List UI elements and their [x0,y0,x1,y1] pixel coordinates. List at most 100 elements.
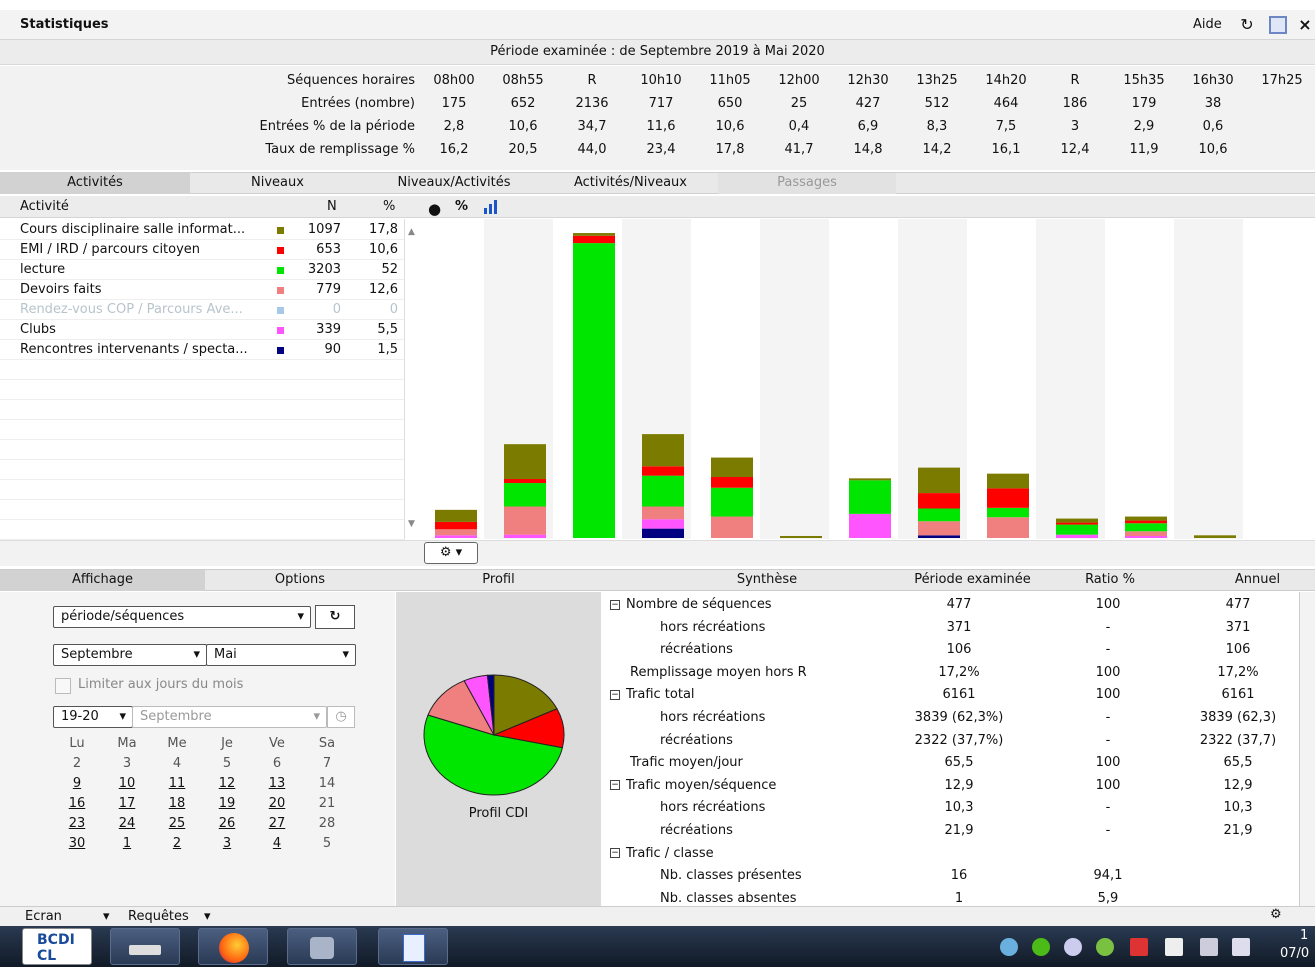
tab-activites[interactable]: Activités [0,173,190,194]
synthesis-row[interactable]: Nb. classes présentes 16 94,1 [602,865,1315,888]
calendar-day[interactable]: 30 [52,834,102,854]
month-from-select[interactable]: Septembre ▾ [53,644,207,666]
display-icon[interactable] [1200,938,1218,956]
calendar-day[interactable]: 12 [202,774,252,794]
chart-bar-segment[interactable] [504,444,546,480]
tab-niveaux-activites[interactable]: Niveaux/Activités [365,173,543,194]
activity-row[interactable]: Clubs 339 5,5 [0,320,405,340]
tray-wifi-icon[interactable] [1064,938,1082,956]
pct-column-header[interactable]: % [383,196,395,218]
n-column-header[interactable]: N [327,196,337,218]
chart-bar-segment[interactable] [1194,535,1236,538]
chart-bar-segment[interactable] [1125,535,1167,538]
chart-bar-segment[interactable] [573,235,615,244]
taskbar-drive[interactable] [110,928,180,965]
scroll-down-icon[interactable]: ▼ [408,519,415,529]
calendar-day[interactable]: 14 [302,774,352,794]
calendar-day[interactable]: 2 [152,834,202,854]
tray-security-icon[interactable] [1130,938,1148,956]
chart-bar-segment[interactable] [987,507,1029,518]
calendar-day[interactable]: 26 [202,814,252,834]
tray-nvidia-icon[interactable] [1096,938,1114,956]
bar-chart-icon[interactable] [483,199,501,215]
synthesis-row[interactable]: récréations 2322 (37,7%) - 2322 (37,7) [602,730,1315,753]
year-select[interactable]: 19-20 ▾ [53,706,133,728]
person-icon[interactable]: ● [428,198,441,220]
volume-icon[interactable] [1232,938,1250,956]
chart-bar-segment[interactable] [1056,524,1098,535]
month-to-select[interactable]: Mai ▾ [206,644,356,666]
calendar-day[interactable]: 3 [102,754,152,774]
month-select[interactable]: Septembre ▾ [132,706,327,728]
calendar-day[interactable]: 23 [52,814,102,834]
activity-row[interactable]: Cours disciplinaire salle informat... 109… [0,220,405,240]
screen-menu[interactable]: Ecran [25,909,62,924]
calendar-day[interactable]: 24 [102,814,152,834]
calendar-day[interactable]: 21 [302,794,352,814]
chart-bar-segment[interactable] [849,480,891,514]
taskbar-bcdi[interactable]: BCDI CL [22,928,92,965]
calendar-day[interactable]: 13 [252,774,302,794]
activity-row[interactable]: Rendez-vous COP / Parcours Ave... 0 0 [0,300,405,320]
synthesis-row[interactable]: hors récréations 3839 (62,3%) - 3839 (62,3) [602,707,1315,730]
queries-menu[interactable]: Requêtes [128,909,189,924]
calendar-day[interactable]: 6 [252,754,302,774]
calendar-day[interactable]: 25 [152,814,202,834]
calendar-day[interactable]: 11 [152,774,202,794]
chart-bar-segment[interactable] [435,535,477,538]
activity-row[interactable]: lecture 3203 52 [0,260,405,280]
chart-bar-segment[interactable] [918,467,960,494]
chart-bar-segment[interactable] [504,479,546,484]
synthesis-row[interactable]: − Nombre de séquences 477 100 477 [602,594,1315,617]
synthese-header[interactable]: Synthèse [602,570,932,591]
chart-bar-segment[interactable] [780,535,822,538]
chart-bar-segment[interactable] [849,513,891,538]
chart-bar-segment[interactable] [504,534,546,538]
synthesis-row[interactable]: − Trafic total 6161 100 6161 [602,684,1315,707]
limit-days-checkbox[interactable] [55,678,71,694]
chart-bar-segment[interactable] [642,434,684,467]
chart-bar-segment[interactable] [642,466,684,476]
tab-affichage[interactable]: Affichage [0,570,205,591]
gear-icon[interactable]: ⚙ [1270,907,1282,922]
chart-bar-segment[interactable] [987,517,1029,538]
synthesis-scrollbar[interactable] [1299,592,1315,906]
synthesis-row[interactable]: − Trafic moyen/séquence 12,9 100 12,9 [602,775,1315,798]
calendar-day[interactable]: 4 [152,754,202,774]
collapse-icon[interactable]: − [610,780,620,791]
chart-bar-segment[interactable] [642,519,684,529]
window-icon[interactable] [1269,16,1287,34]
ratio-header[interactable]: Ratio % [1060,570,1160,591]
calendar-day[interactable]: 10 [102,774,152,794]
calendar-day[interactable]: 17 [102,794,152,814]
annuel-header[interactable]: Annuel [1200,570,1315,591]
calendar-day[interactable]: 5 [302,834,352,854]
synthesis-row[interactable]: hors récréations 10,3 - 10,3 [602,797,1315,820]
refresh-icon[interactable]: ↻ [1237,15,1257,35]
calendar-day[interactable]: 5 [202,754,252,774]
taskbar-document[interactable] [378,928,448,965]
help-link[interactable]: Aide [1193,17,1222,32]
chart-bar-segment[interactable] [642,528,684,538]
flag-icon[interactable] [1165,938,1183,956]
taskbar-firefox[interactable] [198,928,268,965]
activity-row[interactable]: EMI / IRD / parcours citoyen 653 10,6 [0,240,405,260]
chevron-down-icon[interactable]: ▾ [204,909,211,924]
chart-bar-segment[interactable] [642,506,684,520]
close-icon[interactable]: × [1295,15,1315,35]
calendar-day[interactable]: 19 [202,794,252,814]
synthesis-row[interactable]: récréations 106 - 106 [602,639,1315,662]
calendar-day[interactable]: 1 [102,834,152,854]
chart-bar-segment[interactable] [1125,516,1167,521]
tab-passages[interactable]: Passages [718,173,896,194]
calendar-day[interactable]: 18 [152,794,202,814]
chart-bar-segment[interactable] [918,493,960,509]
refresh-button[interactable]: ↻ [315,605,355,629]
scroll-up-icon[interactable]: ▲ [408,227,415,237]
tray-network-icon[interactable] [1000,938,1018,956]
clock-icon[interactable]: ◷ [327,706,355,728]
collapse-icon[interactable]: − [610,848,620,859]
synthesis-row[interactable]: hors récréations 371 - 371 [602,617,1315,640]
collapse-icon[interactable]: − [610,689,620,700]
chart-bar-segment[interactable] [987,488,1029,508]
